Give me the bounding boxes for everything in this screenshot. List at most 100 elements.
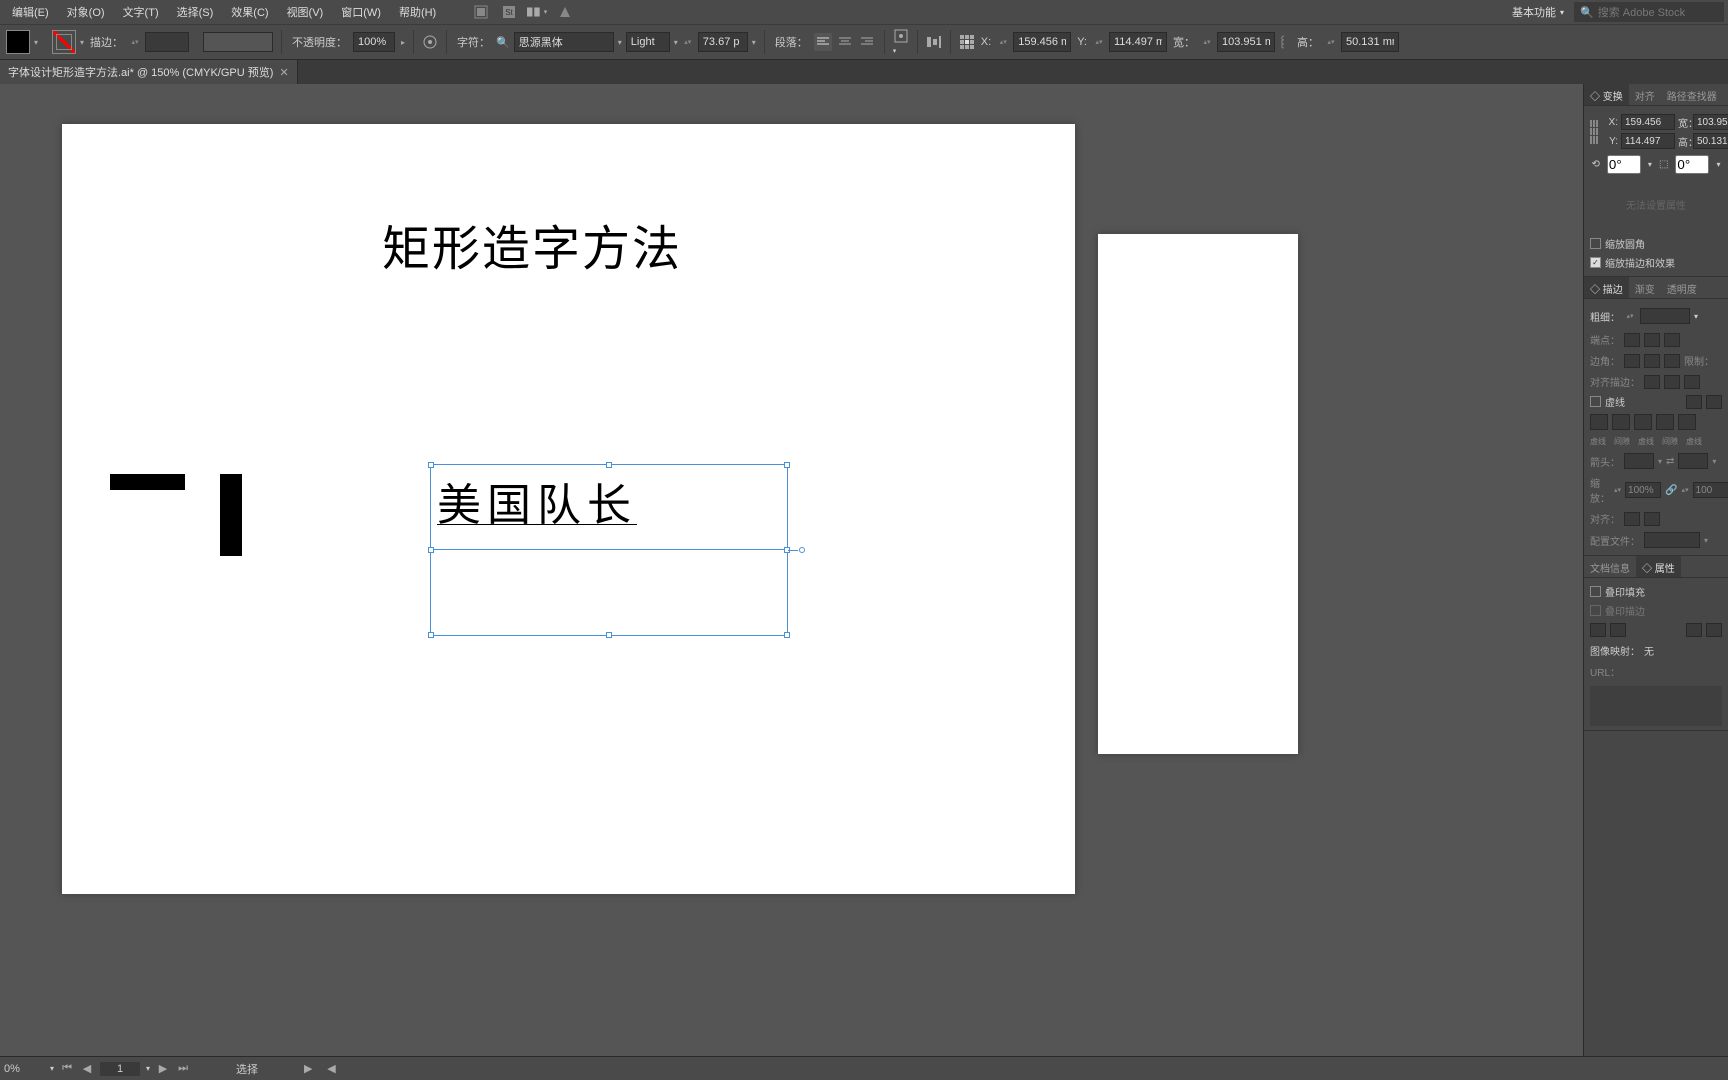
font-search-icon[interactable]: 🔍 — [496, 36, 510, 49]
handle-top-left[interactable] — [428, 462, 434, 468]
panel-h-input[interactable] — [1693, 133, 1728, 149]
panel-y-input[interactable] — [1621, 133, 1675, 149]
fill-swatch[interactable] — [6, 30, 30, 54]
stroke-swatch[interactable] — [52, 30, 76, 54]
y-stepper[interactable]: ▴▾ — [1093, 32, 1105, 52]
cap-proj-icon[interactable] — [1664, 333, 1680, 347]
arrow-scale2[interactable] — [1693, 482, 1728, 498]
handle-bot-left[interactable] — [428, 632, 434, 638]
join-round-icon[interactable] — [1644, 354, 1660, 368]
stroke-stepper[interactable]: ▴▾ — [129, 32, 141, 52]
w-input[interactable] — [1217, 32, 1275, 52]
handle-bot-right[interactable] — [784, 632, 790, 638]
prev-artboard-icon[interactable]: ◀ — [80, 1062, 94, 1075]
menu-help[interactable]: 帮助(H) — [391, 1, 444, 23]
stock-search[interactable]: 🔍 搜索 Adobe Stock — [1574, 2, 1724, 22]
handle-mid-left[interactable] — [428, 547, 434, 553]
profile-select[interactable] — [1644, 532, 1700, 548]
tab-transform[interactable]: ◇ 变换 — [1584, 84, 1629, 105]
selected-text-content[interactable]: 美国队长 — [431, 465, 787, 537]
menu-effect[interactable]: 效果(C) — [223, 1, 276, 23]
dash2-input[interactable] — [1634, 414, 1652, 430]
tab-transparency[interactable]: 透明度 — [1661, 277, 1703, 298]
arrange-icon[interactable]: ▾ — [527, 2, 547, 22]
bridge-icon[interactable] — [471, 2, 491, 22]
dash-preserve-icon[interactable] — [1686, 395, 1702, 409]
font-family-input[interactable] — [514, 32, 614, 52]
last-artboard-icon[interactable]: ⏭ — [176, 1062, 190, 1075]
arrow-start[interactable] — [1624, 453, 1654, 469]
menu-object[interactable]: 对象(O) — [59, 1, 113, 23]
w-stepper[interactable]: ▴▾ — [1201, 32, 1213, 52]
fontsize-stepper[interactable]: ▴▾ — [682, 32, 694, 52]
status-play-icon[interactable]: ▶ — [304, 1062, 312, 1075]
stroke-weight[interactable] — [145, 32, 189, 52]
transform-menu-icon[interactable]: ▾ — [893, 28, 909, 56]
url-field[interactable] — [1590, 686, 1722, 726]
opacity-input[interactable] — [353, 32, 395, 52]
rotate-input[interactable] — [1607, 155, 1641, 174]
join-bevel-icon[interactable] — [1664, 354, 1680, 368]
close-tab-icon[interactable]: ✕ — [279, 66, 288, 79]
fill-rule-nonzero-icon[interactable] — [1590, 623, 1606, 637]
overprint-fill-row[interactable]: 叠印填充 — [1590, 582, 1722, 601]
panel-w-input[interactable] — [1693, 114, 1728, 130]
dashed-row[interactable]: 虚线 — [1590, 392, 1722, 411]
fill-rule-evenodd-icon[interactable] — [1610, 623, 1626, 637]
tab-gradient[interactable]: 渐变 — [1629, 277, 1661, 298]
gap2-input[interactable] — [1656, 414, 1674, 430]
ref-grid-icon[interactable] — [959, 34, 975, 50]
font-style-input[interactable] — [626, 32, 670, 52]
align-center-stroke-icon[interactable] — [1644, 375, 1660, 389]
link-scale-icon[interactable]: 🔗 — [1665, 485, 1677, 496]
gap1-input[interactable] — [1612, 414, 1630, 430]
dash-align-icon[interactable] — [1706, 395, 1722, 409]
dashed-check[interactable] — [1590, 396, 1601, 407]
scale-corners-row[interactable]: 缩放圆角 — [1590, 234, 1722, 253]
scale-corners-check[interactable] — [1590, 238, 1601, 249]
imagemap-value[interactable]: 无 — [1644, 643, 1654, 658]
arrow-align1-icon[interactable] — [1624, 512, 1640, 526]
menu-type[interactable]: 文字(T) — [115, 1, 167, 23]
tab-pathfinder[interactable]: 路径查找器 — [1661, 84, 1723, 105]
tab-stroke[interactable]: ◇ 描边 — [1584, 277, 1629, 298]
align-right-icon[interactable] — [858, 33, 876, 51]
gpu-icon[interactable] — [555, 2, 575, 22]
swap-arrow-icon[interactable]: ⇄ — [1666, 456, 1674, 467]
tab-align[interactable]: 对齐 — [1629, 84, 1661, 105]
show-center-icon[interactable] — [1686, 623, 1702, 637]
h-input[interactable] — [1341, 32, 1399, 52]
selected-text-frame[interactable]: 美国队长 — [430, 464, 788, 636]
weight-input[interactable] — [1640, 308, 1690, 324]
handle-top-right[interactable] — [784, 462, 790, 468]
x-stepper[interactable]: ▴▾ — [997, 32, 1009, 52]
document-tab[interactable]: 字体设计矩形造字方法.ai* @ 150% (CMYK/GPU 预览) ✕ — [0, 60, 298, 84]
handle-top-mid[interactable] — [606, 462, 612, 468]
arrow-scale1[interactable] — [1625, 482, 1661, 498]
canvas-area[interactable]: 矩形造字方法 美国队长 — [0, 84, 1583, 1056]
tab-docinfo[interactable]: 文档信息 — [1584, 556, 1636, 577]
menu-edit[interactable]: 编辑(E) — [4, 1, 57, 23]
panel-x-input[interactable] — [1621, 114, 1675, 130]
join-miter-icon[interactable] — [1624, 354, 1640, 368]
zoom-level[interactable]: 0% — [4, 1063, 44, 1075]
artboard-number[interactable]: 1 — [100, 1062, 140, 1076]
arrow-align2-icon[interactable] — [1644, 512, 1660, 526]
font-size-input[interactable] — [698, 32, 748, 52]
menu-view[interactable]: 视图(V) — [279, 1, 332, 23]
recolor-icon[interactable] — [422, 34, 438, 50]
overprint-fill-check[interactable] — [1590, 586, 1601, 597]
brush-def[interactable] — [203, 32, 273, 52]
x-input[interactable] — [1013, 32, 1071, 52]
reference-point-grid[interactable] — [1590, 120, 1598, 144]
stock-icon[interactable]: St — [499, 2, 519, 22]
menu-window[interactable]: 窗口(W) — [333, 1, 389, 23]
align-inside-stroke-icon[interactable] — [1664, 375, 1680, 389]
text-outport-handle[interactable] — [799, 547, 805, 553]
next-artboard-icon[interactable]: ▶ — [156, 1062, 170, 1075]
link-wh-icon[interactable] — [1279, 34, 1291, 50]
workspace-switcher[interactable]: 基本功能▾ — [1504, 2, 1572, 22]
menu-select[interactable]: 选择(S) — [169, 1, 222, 23]
cap-round-icon[interactable] — [1644, 333, 1660, 347]
handle-bot-mid[interactable] — [606, 632, 612, 638]
